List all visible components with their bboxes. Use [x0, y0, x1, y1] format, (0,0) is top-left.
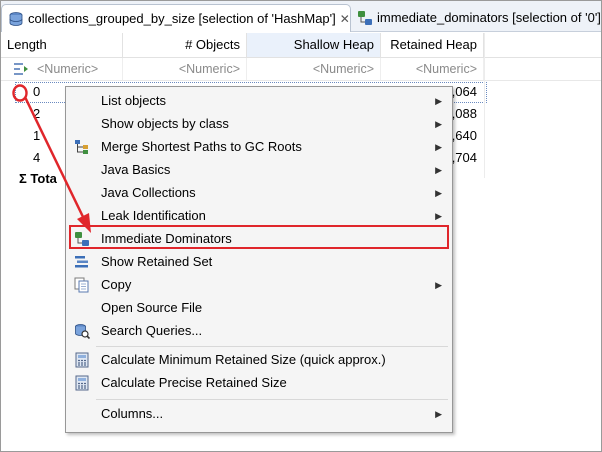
- menu-item-label: Columns...: [101, 406, 164, 421]
- submenu-arrow-icon: ▶: [435, 96, 442, 106]
- menu-item-search-queries[interactable]: Search Queries...: [66, 320, 452, 342]
- column-header-retained-heap[interactable]: Retained Heap: [381, 33, 484, 57]
- cell-length: 2: [33, 106, 41, 121]
- menu-item-label: Show Retained Set: [101, 254, 213, 269]
- database-icon: [9, 11, 23, 26]
- calculator-icon: [75, 375, 89, 391]
- filter-objects-input[interactable]: <Numeric>: [123, 58, 247, 80]
- menu-item-columns[interactable]: Columns... ▶: [66, 403, 452, 425]
- submenu-arrow-icon: ▶: [435, 409, 442, 419]
- menu-separator: [96, 346, 448, 347]
- paths-tree-icon: [75, 140, 88, 154]
- highlight-box: [69, 225, 449, 249]
- menu-item-java-collections[interactable]: Java Collections ▶: [66, 182, 452, 204]
- filter-retained-input[interactable]: <Numeric>: [381, 58, 484, 80]
- close-icon[interactable]: ✕: [340, 12, 350, 26]
- retained-set-icon: [75, 256, 88, 268]
- context-menu: List objects ▶ Show objects by class ▶ M…: [65, 86, 453, 433]
- menu-item-java-basics[interactable]: Java Basics ▶: [66, 159, 452, 181]
- menu-item-label: Java Collections: [101, 185, 196, 200]
- submenu-arrow-icon: ▶: [435, 188, 442, 198]
- filter-row: <Numeric> <Numeric> <Numeric> <Numeric>: [1, 58, 601, 81]
- column-header-shallow-heap[interactable]: Shallow Heap: [247, 33, 381, 57]
- filter-length-input[interactable]: <Numeric>: [31, 58, 123, 80]
- tab-collections-grouped-by-size[interactable]: collections_grouped_by_size [selection o…: [1, 4, 351, 32]
- submenu-arrow-icon: ▶: [435, 142, 442, 152]
- menu-item-show-retained-set[interactable]: Show Retained Set: [66, 251, 452, 273]
- cell-length: 1: [33, 128, 41, 143]
- submenu-arrow-icon: ▶: [435, 280, 442, 290]
- menu-item-calculate-minimum-retained-size[interactable]: Calculate Minimum Retained Size (quick a…: [66, 349, 452, 371]
- submenu-arrow-icon: ▶: [435, 119, 442, 129]
- annotation-badge: [12, 84, 28, 102]
- dominators-icon: [358, 10, 372, 25]
- menu-item-label: Calculate Minimum Retained Size (quick a…: [101, 352, 386, 367]
- menu-item-show-objects-by-class[interactable]: Show objects by class ▶: [66, 113, 452, 135]
- menu-item-merge-shortest-paths[interactable]: Merge Shortest Paths to GC Roots ▶: [66, 136, 452, 158]
- tab-label: immediate_dominators [selection of '0']: [377, 10, 601, 25]
- menu-item-label: Calculate Precise Retained Size: [101, 375, 287, 390]
- search-database-icon: [75, 324, 90, 339]
- menu-item-label: Copy: [101, 277, 132, 292]
- menu-item-copy[interactable]: Copy ▶: [66, 274, 452, 296]
- cell-length: 4: [33, 150, 41, 165]
- menu-item-leak-identification[interactable]: Leak Identification ▶: [66, 205, 452, 227]
- menu-item-list-objects[interactable]: List objects ▶: [66, 90, 452, 112]
- menu-item-calculate-precise-retained-size[interactable]: Calculate Precise Retained Size: [66, 372, 452, 394]
- menu-separator: [96, 399, 448, 400]
- tab-immediate-dominators[interactable]: immediate_dominators [selection of '0']: [351, 4, 601, 31]
- column-header-objects[interactable]: # Objects: [123, 33, 247, 57]
- filter-shallow-input[interactable]: <Numeric>: [247, 58, 381, 80]
- submenu-arrow-icon: ▶: [435, 165, 442, 175]
- menu-item-label: List objects: [101, 93, 167, 108]
- table-header: Length # Objects Shallow Heap Retained H…: [1, 33, 601, 58]
- menu-item-label: Java Basics: [101, 162, 171, 177]
- column-divider: [484, 33, 485, 178]
- menu-item-label: Leak Identification: [101, 208, 206, 223]
- tab-label: collections_grouped_by_size [selection o…: [28, 11, 336, 26]
- menu-item-open-source-file[interactable]: Open Source File: [66, 297, 452, 319]
- menu-item-label: Open Source File: [101, 300, 203, 315]
- submenu-arrow-icon: ▶: [435, 211, 442, 221]
- menu-item-label: Search Queries...: [101, 323, 203, 338]
- menu-item-label: Show objects by class: [101, 116, 229, 131]
- app-window: collections_grouped_by_size [selection o…: [0, 0, 602, 452]
- cell-length: 0: [33, 84, 41, 99]
- filter-icon: [14, 63, 28, 75]
- calculator-icon: [75, 352, 89, 368]
- column-header-length[interactable]: Length: [1, 33, 123, 57]
- copy-icon: [74, 277, 89, 293]
- menu-item-label: Merge Shortest Paths to GC Roots: [101, 139, 302, 154]
- editor-tab-bar: collections_grouped_by_size [selection o…: [1, 1, 601, 32]
